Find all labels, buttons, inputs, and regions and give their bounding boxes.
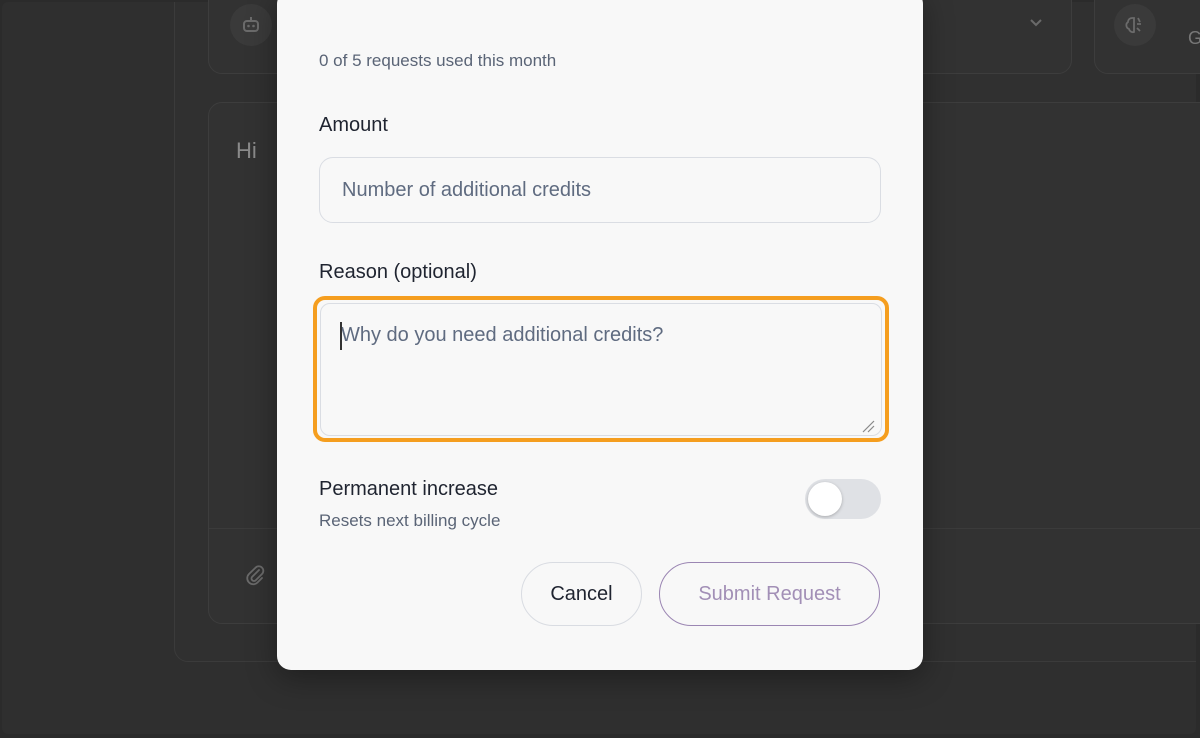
usage-counter: 0 of 5 requests used this month [319, 51, 557, 70]
robot-icon [230, 4, 272, 46]
chat-message-text: Hi [236, 138, 257, 163]
brain-icon [1114, 4, 1156, 46]
chevron-down-icon [1028, 14, 1044, 35]
reason-textarea[interactable] [320, 303, 882, 436]
resize-grip-icon[interactable] [861, 419, 875, 433]
paperclip-icon [244, 564, 266, 592]
tool-label: G [1188, 28, 1200, 48]
amount-label: Amount [319, 114, 388, 136]
submit-request-button[interactable]: Submit Request [659, 562, 880, 626]
permanent-increase-toggle[interactable] [805, 479, 881, 519]
permanent-increase-label: Permanent increase [319, 478, 498, 500]
permanent-increase-subtitle: Resets next billing cycle [319, 511, 501, 530]
amount-input[interactable] [319, 157, 881, 223]
cancel-button[interactable]: Cancel [521, 562, 642, 626]
text-caret [340, 322, 342, 350]
toggle-knob [808, 482, 842, 516]
reason-label: Reason (optional) [319, 261, 477, 283]
